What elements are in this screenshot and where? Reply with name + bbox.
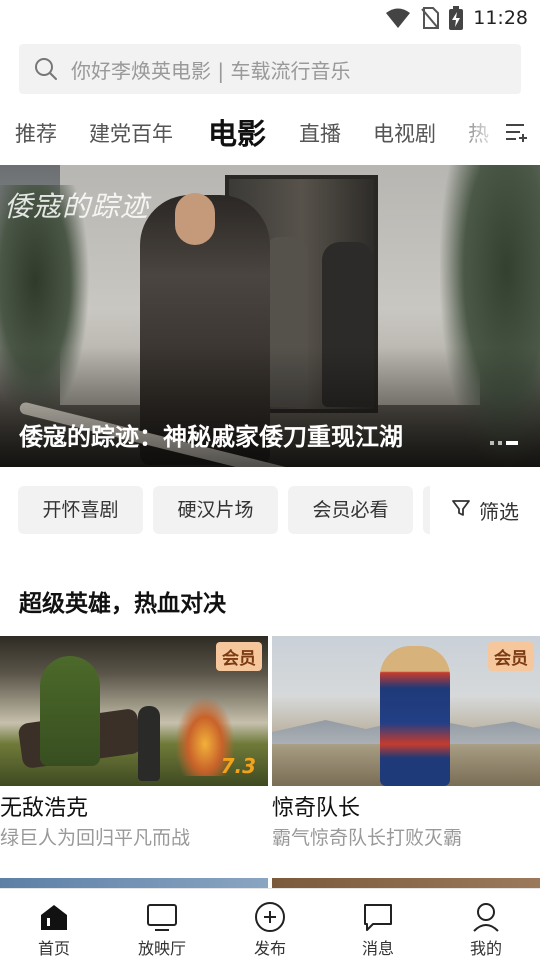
movie-card-hulk[interactable]: 会员 7.3 无敌浩克 绿巨人为回归平凡而战 [0,636,268,852]
nav-label: 我的 [469,939,502,958]
filter-label: 筛选 [479,499,519,524]
channel-menu-button[interactable] [492,108,540,160]
card-title: 无敌浩克 [0,796,89,821]
card-subtitle: 霸气惊奇队长打败灭霸 [272,827,463,849]
nav-home[interactable]: 首页 [0,889,108,961]
nav-messages[interactable]: 消息 [324,889,432,961]
nav-theater[interactable]: 放映厅 [108,889,216,961]
search-placeholder: 你好李焕英电影 | 车载流行音乐 [71,58,351,83]
nav-label: 消息 [361,939,394,958]
bottom-nav: 首页 放映厅 发布 消息 我的 [0,888,540,961]
section-title: 超级英雄，热血对决 [19,591,226,617]
tab-party-centennial[interactable]: 建党百年 [89,108,173,160]
movie-card-captain-marvel[interactable]: 会员 惊奇队长 霸气惊奇队长打败灭霸 [272,636,540,852]
nav-profile[interactable]: 我的 [432,889,540,961]
battery-charging-icon [449,6,464,30]
carousel-indicator [490,441,518,445]
banner-title-art: 倭寇的踪迹 [4,190,150,223]
chip-comedy[interactable]: 开怀喜剧 [18,486,143,534]
card-subtitle: 绿巨人为回归平凡而战 [0,827,191,849]
nav-label: 发布 [253,939,286,958]
vip-badge: 会员 [488,642,534,671]
chip-tough-guy[interactable]: 硬汉片场 [153,486,278,534]
funnel-icon [451,498,471,523]
tab-tv-series[interactable]: 电视剧 [373,108,436,160]
profile-icon [470,901,502,933]
filter-button[interactable]: 筛选 [430,486,540,534]
search-icon [33,56,59,82]
tv-icon [146,901,178,933]
tab-movies[interactable]: 电影 [208,108,266,160]
nav-publish[interactable]: 发布 [216,889,324,961]
tab-recommend[interactable]: 推荐 [15,108,57,160]
wifi-icon [385,7,411,29]
card-title: 惊奇队长 [272,796,361,821]
rating-score: 7.3 [220,754,256,778]
status-bar: 11:28 [0,0,540,36]
featured-banner[interactable]: 倭寇的踪迹 倭寇的踪迹：神秘戚家倭刀重现江湖 [0,165,540,467]
genre-chips: 开怀喜剧 硬汉片场 会员必看 筛选 [0,486,540,534]
message-icon [362,901,394,933]
channel-menu-icon [504,121,528,147]
channel-tabs: 推荐 建党百年 电影 直播 电视剧 热 [0,108,540,160]
tab-live[interactable]: 直播 [299,108,341,160]
nav-label: 首页 [37,939,70,958]
nav-label: 放映厅 [137,939,186,958]
search-input[interactable]: 你好李焕英电影 | 车载流行音乐 [19,44,521,94]
status-time: 11:28 [473,7,528,29]
status-indicators: 11:28 [385,6,528,30]
plus-circle-icon [254,901,286,933]
home-icon [38,901,70,933]
chip-vip-must-watch[interactable]: 会员必看 [288,486,413,534]
vip-badge: 会员 [216,642,262,671]
card-thumbnail: 会员 7.3 [0,636,268,786]
card-thumbnail: 会员 [272,636,540,786]
no-sim-icon [421,7,440,29]
banner-caption: 倭寇的踪迹：神秘戚家倭刀重现江湖 [19,423,403,451]
